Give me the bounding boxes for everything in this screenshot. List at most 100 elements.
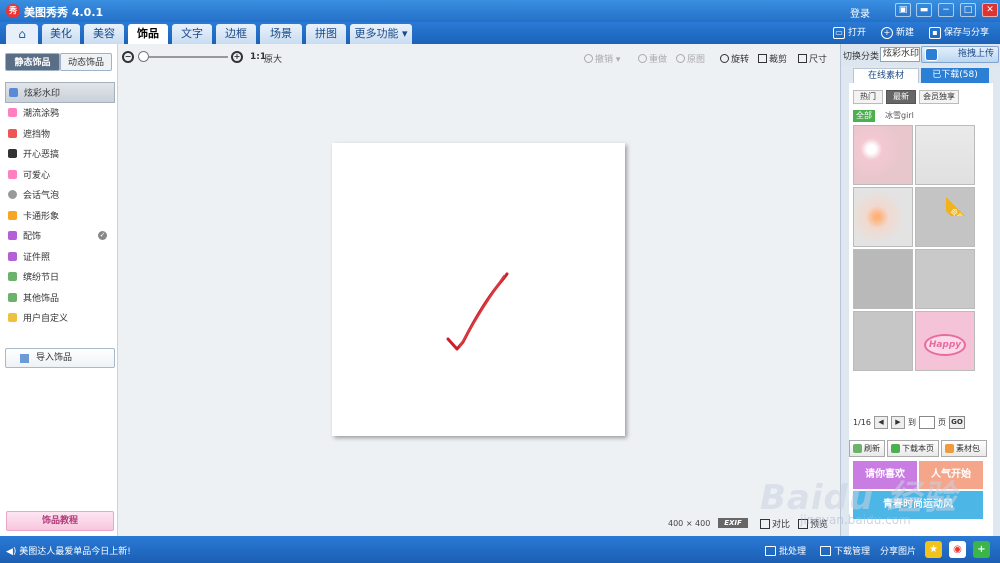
open-button[interactable]: ▭ 打开	[833, 25, 866, 41]
add-icon[interactable]: +	[973, 541, 990, 558]
go-button[interactable]: GO	[948, 415, 965, 429]
category-item[interactable]: 其他饰品	[5, 287, 115, 308]
menu-icon[interactable]: ▬	[916, 3, 932, 17]
left-panel: 静态饰品 动态饰品 炫彩水印 潮流涂鸦 遮挡物 开心恶搞 可爱心 会话气泡 卡通…	[0, 44, 118, 536]
import-decor-button[interactable]: 导入饰品	[5, 348, 115, 368]
crop-button[interactable]: 裁剪	[758, 52, 787, 65]
share-image-button[interactable]: 分享图片	[880, 544, 916, 557]
download-manager-button[interactable]: 下载管理	[820, 544, 870, 557]
resize-button[interactable]: 尺寸	[798, 52, 827, 65]
material-thumbnail[interactable]: Happy	[915, 311, 975, 371]
minimize-button[interactable]: −	[938, 3, 954, 17]
category-item[interactable]: 开心恶搞	[5, 144, 115, 165]
material-thumbnail[interactable]: 会员	[915, 187, 975, 247]
news-ticker[interactable]: ◀) 美图达人最爱单品今日上新!	[6, 544, 131, 557]
star-icon	[8, 292, 17, 302]
refresh-button[interactable]: 刷新	[849, 440, 885, 457]
image-size-label: 400 × 400	[668, 519, 711, 528]
skin-icon[interactable]: ▣	[895, 3, 911, 17]
happy-sticker: Happy	[924, 334, 966, 356]
original-image-button[interactable]: 原图	[676, 52, 705, 65]
category-item[interactable]: 用户自定义	[5, 308, 115, 329]
original-size-button[interactable]: 原大	[264, 52, 282, 65]
tab-beautify[interactable]: 美化	[42, 24, 80, 44]
scissors-icon	[758, 54, 767, 63]
tab-frame[interactable]: 边框	[216, 24, 256, 44]
download-icon	[820, 545, 831, 556]
next-page-button[interactable]: ▶	[890, 415, 905, 429]
tab-text[interactable]: 文字	[172, 24, 212, 44]
download-page-button[interactable]: 下载本页	[887, 440, 939, 457]
category-item[interactable]: 遮挡物	[5, 123, 115, 144]
material-thumbnail[interactable]	[853, 125, 913, 185]
material-thumbnail[interactable]	[853, 311, 913, 371]
decor-tutorial-button[interactable]: 饰品教程	[6, 511, 114, 531]
category-item[interactable]: 配饰 ✓	[5, 226, 115, 247]
star-icon[interactable]: ★	[925, 541, 942, 558]
undo-icon	[584, 54, 593, 63]
undo-button[interactable]: 撤销 ▾	[584, 52, 620, 65]
tab-downloaded[interactable]: 已下载(58)	[921, 68, 989, 83]
tag-all[interactable]: 全部	[853, 110, 875, 122]
download-icon	[891, 444, 900, 453]
vip-badge: 会员	[946, 188, 974, 216]
tab-scene[interactable]: 场景	[260, 24, 302, 44]
folder-icon: ▭	[833, 27, 845, 39]
material-thumbnail[interactable]	[915, 125, 975, 185]
title-bar: 秀 美图秀秀 4.0.1 登录 ▣ ▬ − □ ✕	[0, 0, 1000, 22]
page-number-input[interactable]	[918, 415, 935, 429]
material-thumbnail[interactable]	[853, 187, 913, 247]
filter-hot[interactable]: 热门	[853, 90, 883, 104]
filter-vip[interactable]: 会员独享	[919, 90, 959, 104]
original-icon	[676, 54, 685, 63]
login-link[interactable]: 登录	[850, 5, 870, 20]
bow-icon	[8, 231, 17, 241]
switch-category-label: 切换分类	[843, 52, 880, 62]
drag-upload-button[interactable]: 拖拽上传	[921, 46, 999, 63]
love-icon	[8, 169, 17, 179]
maximize-button[interactable]: □	[960, 3, 976, 17]
batch-process-button[interactable]: 批处理	[765, 544, 806, 557]
tab-static-decor[interactable]: 静态饰品	[5, 53, 60, 71]
category-item[interactable]: 会话气泡	[5, 185, 115, 206]
zoom-in-icon[interactable]: +	[231, 51, 243, 63]
category-item[interactable]: 证件照	[5, 246, 115, 267]
category-item[interactable]: 可爱心	[5, 164, 115, 185]
right-panel: 切换分类 炫彩水印 拖拽上传 在线素材 已下载(58) 热门 最新 会员独享 全…	[840, 44, 1000, 536]
category-item[interactable]: 缤纷节日	[5, 267, 115, 288]
baidu-watermark: Baidu 经验	[760, 478, 957, 518]
new-button[interactable]: + 新建	[881, 25, 914, 41]
tag-ice-girl[interactable]: 冰雪girl	[885, 110, 914, 121]
tab-collage[interactable]: 拼图	[306, 24, 346, 44]
filter-newest[interactable]: 最新	[886, 90, 916, 104]
tab-decorations[interactable]: 饰品	[128, 24, 168, 45]
tab-more[interactable]: 更多功能 ▾	[350, 24, 412, 44]
category-item[interactable]: 潮流涂鸦	[5, 103, 115, 124]
material-pack-button[interactable]: 素材包	[941, 440, 987, 457]
save-share-button[interactable]: ▪ 保存与分享	[929, 25, 989, 41]
home-icon[interactable]: ⌂	[6, 24, 38, 44]
close-button[interactable]: ✕	[982, 3, 998, 17]
tab-face[interactable]: 美容	[84, 24, 124, 44]
exif-button[interactable]: EXIF	[718, 518, 748, 528]
rotate-button[interactable]: 旋转	[720, 52, 749, 65]
zoom-slider-handle[interactable]	[138, 51, 149, 62]
zoom-out-icon[interactable]: −	[122, 51, 134, 63]
gift-icon	[8, 272, 17, 282]
red-checkmark-drawing	[446, 272, 509, 351]
category-item[interactable]: 炫彩水印	[5, 82, 115, 103]
prev-page-button[interactable]: ◀	[873, 415, 888, 429]
weibo-icon[interactable]: ◉	[949, 541, 966, 558]
category-select[interactable]: 炫彩水印	[880, 47, 920, 62]
folder-icon	[8, 313, 17, 323]
tab-animated-decor[interactable]: 动态饰品	[60, 53, 112, 71]
zoom-slider[interactable]	[140, 56, 228, 58]
category-item[interactable]: 卡通形象	[5, 205, 115, 226]
work-area: − + 1:1 原大 撤销 ▾ 重做 原图 旋转 裁剪 尺寸 400 × 400…	[118, 44, 840, 536]
resize-icon	[798, 54, 807, 63]
redo-button[interactable]: 重做	[638, 52, 667, 65]
tab-online-materials[interactable]: 在线素材	[853, 68, 919, 83]
material-thumbnail[interactable]	[915, 249, 975, 309]
image-canvas[interactable]	[332, 143, 625, 436]
material-thumbnail[interactable]	[853, 249, 913, 309]
